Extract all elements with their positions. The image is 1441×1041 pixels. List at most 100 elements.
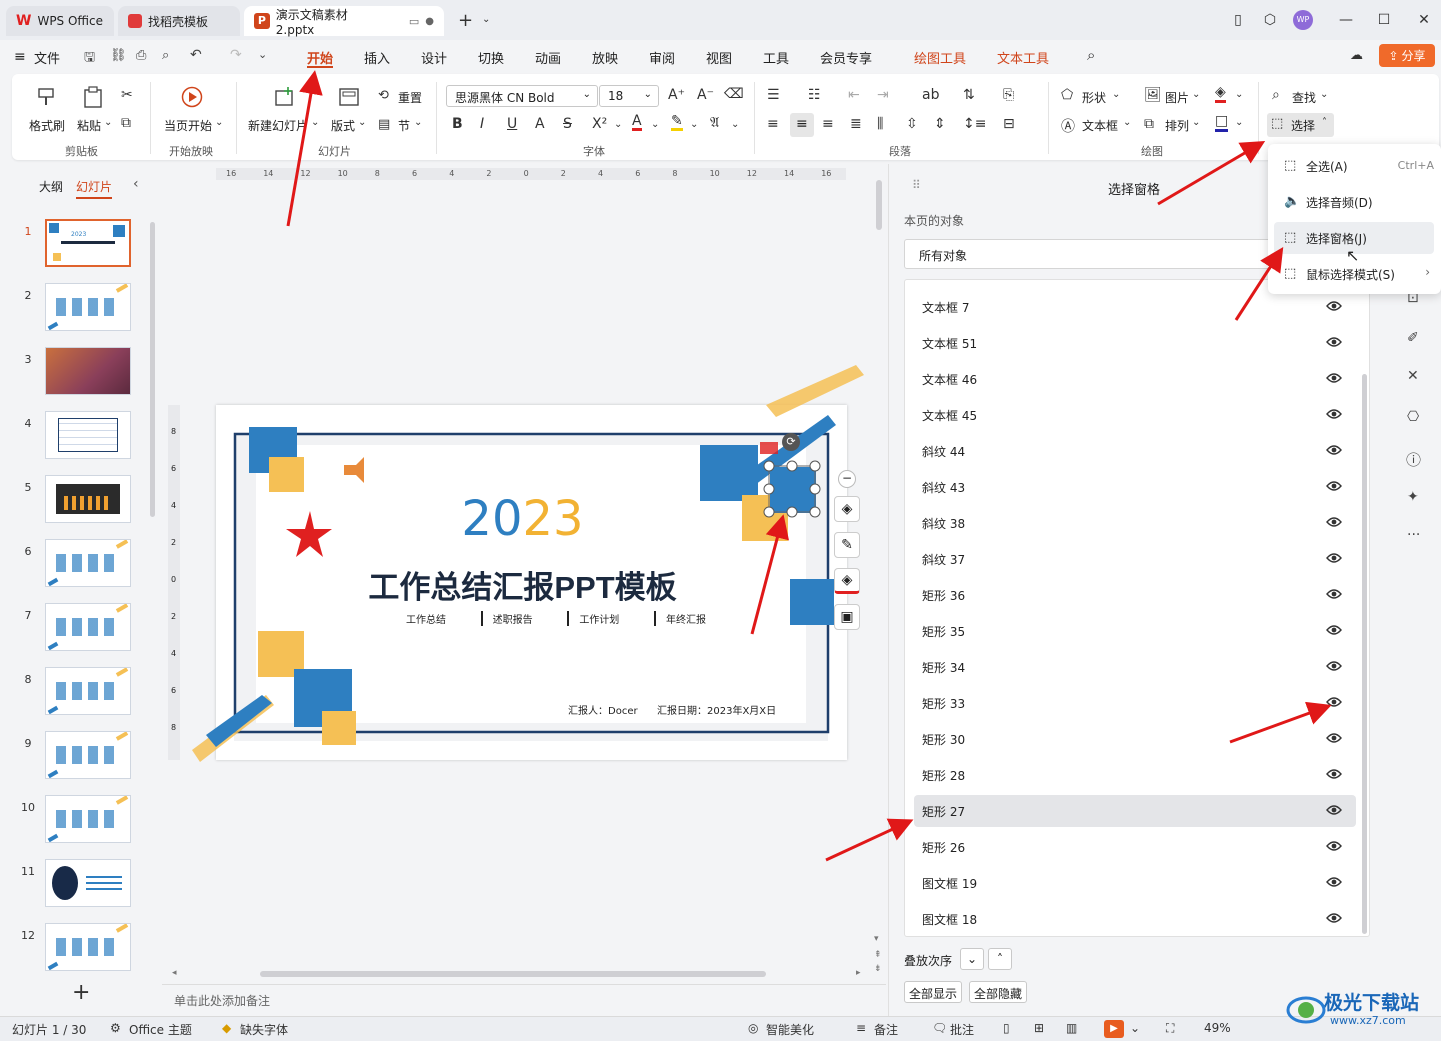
slide[interactable]: ⟳ 2023 工作总结汇报PPT模板 工作总结 述职报告 工作计划 年终汇报 汇… bbox=[192, 365, 864, 762]
new-slide-button[interactable]: 新建幻灯片 bbox=[248, 117, 308, 134]
sort-icon[interactable]: ⇅ bbox=[963, 87, 975, 103]
object-row[interactable]: 斜纹 38 bbox=[914, 507, 1356, 539]
strikethrough-icon[interactable]: S bbox=[563, 116, 572, 132]
superscript-icon[interactable]: X² bbox=[592, 116, 607, 132]
show-all-button[interactable]: 全部显示 bbox=[904, 981, 963, 1003]
vertical-scrollbar[interactable] bbox=[876, 180, 882, 230]
menu-drawing-tools[interactable]: 绘图工具 bbox=[914, 48, 966, 67]
justify-icon[interactable]: ≣ bbox=[850, 116, 862, 132]
chevron-down-icon[interactable]: ⌄ bbox=[104, 117, 112, 128]
eye-icon[interactable] bbox=[1326, 336, 1342, 348]
fill-icon[interactable]: ◈ bbox=[834, 568, 860, 594]
reading-view-icon[interactable]: ▥ bbox=[1066, 1021, 1077, 1035]
chevron-down-icon[interactable]: ⌄ bbox=[1192, 89, 1200, 100]
chevron-down-icon[interactable]: ⌄ bbox=[614, 119, 622, 130]
print-icon[interactable]: ⎙ bbox=[136, 48, 146, 63]
textbox-button[interactable]: 文本框 bbox=[1082, 117, 1118, 134]
outline-icon[interactable]: ▣ bbox=[834, 604, 860, 630]
paste-button[interactable]: 粘贴 bbox=[77, 117, 101, 134]
search-icon[interactable]: ⌕ bbox=[1272, 87, 1280, 103]
object-row[interactable]: 文本框 51 bbox=[914, 327, 1356, 359]
chevron-down-icon[interactable]: ⌄ bbox=[311, 117, 319, 128]
cube-icon[interactable]: ⬡ bbox=[1260, 10, 1280, 30]
slide-thumbnail[interactable] bbox=[45, 859, 131, 907]
rotate-handle-icon[interactable]: ⟳ bbox=[782, 433, 800, 451]
menu-text-tools[interactable]: 文本工具 bbox=[997, 48, 1049, 67]
menu-slideshow[interactable]: 放映 bbox=[592, 48, 618, 67]
slideshow-play-icon[interactable]: ▶ bbox=[1104, 1020, 1124, 1038]
eye-icon[interactable] bbox=[1326, 372, 1342, 384]
decrease-font-icon[interactable]: A⁻ bbox=[697, 87, 714, 103]
slide-thumbnail[interactable] bbox=[45, 283, 131, 331]
highlight-icon[interactable]: ✎ bbox=[671, 114, 683, 131]
char-spacing-icon[interactable]: ab bbox=[922, 87, 939, 103]
new-tab-icon[interactable]: + bbox=[458, 10, 473, 31]
collapse-toolbar-icon[interactable]: − bbox=[838, 470, 856, 488]
book-icon[interactable]: ⎔ bbox=[1407, 409, 1419, 425]
hamburger-icon[interactable]: ≡ bbox=[14, 49, 26, 65]
fit-icon[interactable]: ⛶ bbox=[1166, 1021, 1174, 1036]
layout-icon[interactable]: ▯ bbox=[1228, 10, 1248, 30]
select-audio-item[interactable]: 🔈 选择音频(D) bbox=[1274, 186, 1434, 218]
new-slide-icon[interactable] bbox=[274, 86, 296, 108]
eye-icon[interactable] bbox=[1326, 588, 1342, 600]
eye-icon[interactable] bbox=[1326, 912, 1342, 924]
align-left-icon[interactable]: ≡ bbox=[767, 116, 779, 132]
object-row[interactable]: 矩形 35 bbox=[914, 615, 1356, 647]
link-icon[interactable]: ⛓ bbox=[110, 48, 127, 63]
menu-view[interactable]: 视图 bbox=[706, 48, 732, 67]
object-row[interactable]: 矩形 26 bbox=[914, 831, 1356, 863]
help-icon[interactable]: ⓘ bbox=[1406, 449, 1421, 470]
eye-icon[interactable] bbox=[1326, 300, 1342, 312]
eye-icon[interactable] bbox=[1326, 876, 1342, 888]
menu-review[interactable]: 审阅 bbox=[649, 48, 675, 67]
bold-icon[interactable]: B bbox=[452, 116, 463, 132]
save-icon[interactable]: 🖫 bbox=[84, 48, 95, 70]
normal-view-icon[interactable]: ▯ bbox=[1003, 1021, 1010, 1035]
undo-icon[interactable]: ↶ bbox=[190, 47, 202, 63]
scrollbar[interactable] bbox=[150, 222, 155, 517]
play-icon[interactable] bbox=[181, 86, 203, 108]
tools-icon[interactable]: ✕ bbox=[1407, 368, 1419, 384]
slide-thumbnail[interactable] bbox=[45, 923, 131, 971]
redo-icon[interactable]: ↷ bbox=[230, 47, 242, 63]
find-button[interactable]: 查找 bbox=[1292, 89, 1316, 106]
object-list-scrollbar[interactable] bbox=[1362, 374, 1367, 934]
increase-font-icon[interactable]: A⁺ bbox=[668, 87, 685, 103]
eye-icon[interactable] bbox=[1326, 480, 1342, 492]
slide-thumbnail[interactable] bbox=[45, 347, 131, 395]
object-row[interactable]: 斜纹 43 bbox=[914, 471, 1356, 503]
slide-thumbnail[interactable] bbox=[45, 411, 131, 459]
chevron-down-icon[interactable]: ⌄ bbox=[258, 48, 267, 61]
outline-tab[interactable]: 大纲 bbox=[39, 178, 63, 195]
collapse-icon[interactable]: ‹ bbox=[133, 176, 139, 192]
slides-tab[interactable]: 幻灯片 bbox=[76, 178, 113, 199]
scroll-down-icon[interactable]: ▾ bbox=[874, 934, 879, 944]
scroll-left-icon[interactable]: ◂ bbox=[172, 968, 177, 978]
bullet-list-icon[interactable]: ☰ bbox=[767, 87, 780, 103]
decrease-indent-icon[interactable]: ⇤ bbox=[848, 87, 860, 103]
object-row[interactable]: 矩形 28 bbox=[914, 759, 1356, 791]
object-filter-select[interactable]: 所有对象 bbox=[904, 239, 1274, 269]
notes-button[interactable]: 备注 bbox=[874, 1021, 898, 1038]
object-row[interactable]: 矩形 34 bbox=[914, 651, 1356, 683]
eye-icon[interactable] bbox=[1326, 660, 1342, 672]
slide-thumbnail[interactable] bbox=[45, 539, 131, 587]
menu-tools[interactable]: 工具 bbox=[763, 48, 789, 67]
prev-page-icon[interactable]: ⇞ bbox=[874, 950, 882, 960]
select-all-item[interactable]: ⬚ 全选(A) Ctrl+A bbox=[1274, 150, 1434, 182]
picture-icon[interactable]: 🖼 bbox=[1144, 87, 1162, 103]
more-icon[interactable]: ··· bbox=[1407, 527, 1420, 543]
chevron-down-icon[interactable]: ⌄ bbox=[215, 117, 223, 128]
eye-icon[interactable] bbox=[1326, 732, 1342, 744]
chevron-down-icon[interactable]: ⌄ bbox=[1130, 1021, 1140, 1035]
menu-home[interactable]: 开始 bbox=[307, 48, 333, 67]
numbered-list-icon[interactable]: ☷ bbox=[808, 87, 821, 103]
menu-insert[interactable]: 插入 bbox=[364, 48, 390, 67]
font-color-icon[interactable]: A bbox=[632, 114, 642, 131]
chevron-down-icon[interactable]: ⌄ bbox=[482, 14, 490, 25]
object-row[interactable]: 斜纹 44 bbox=[914, 435, 1356, 467]
eye-icon[interactable] bbox=[1326, 516, 1342, 528]
share-button[interactable]: ⇪ 分享 bbox=[1379, 44, 1435, 67]
slide-thumbnail[interactable] bbox=[45, 475, 131, 523]
